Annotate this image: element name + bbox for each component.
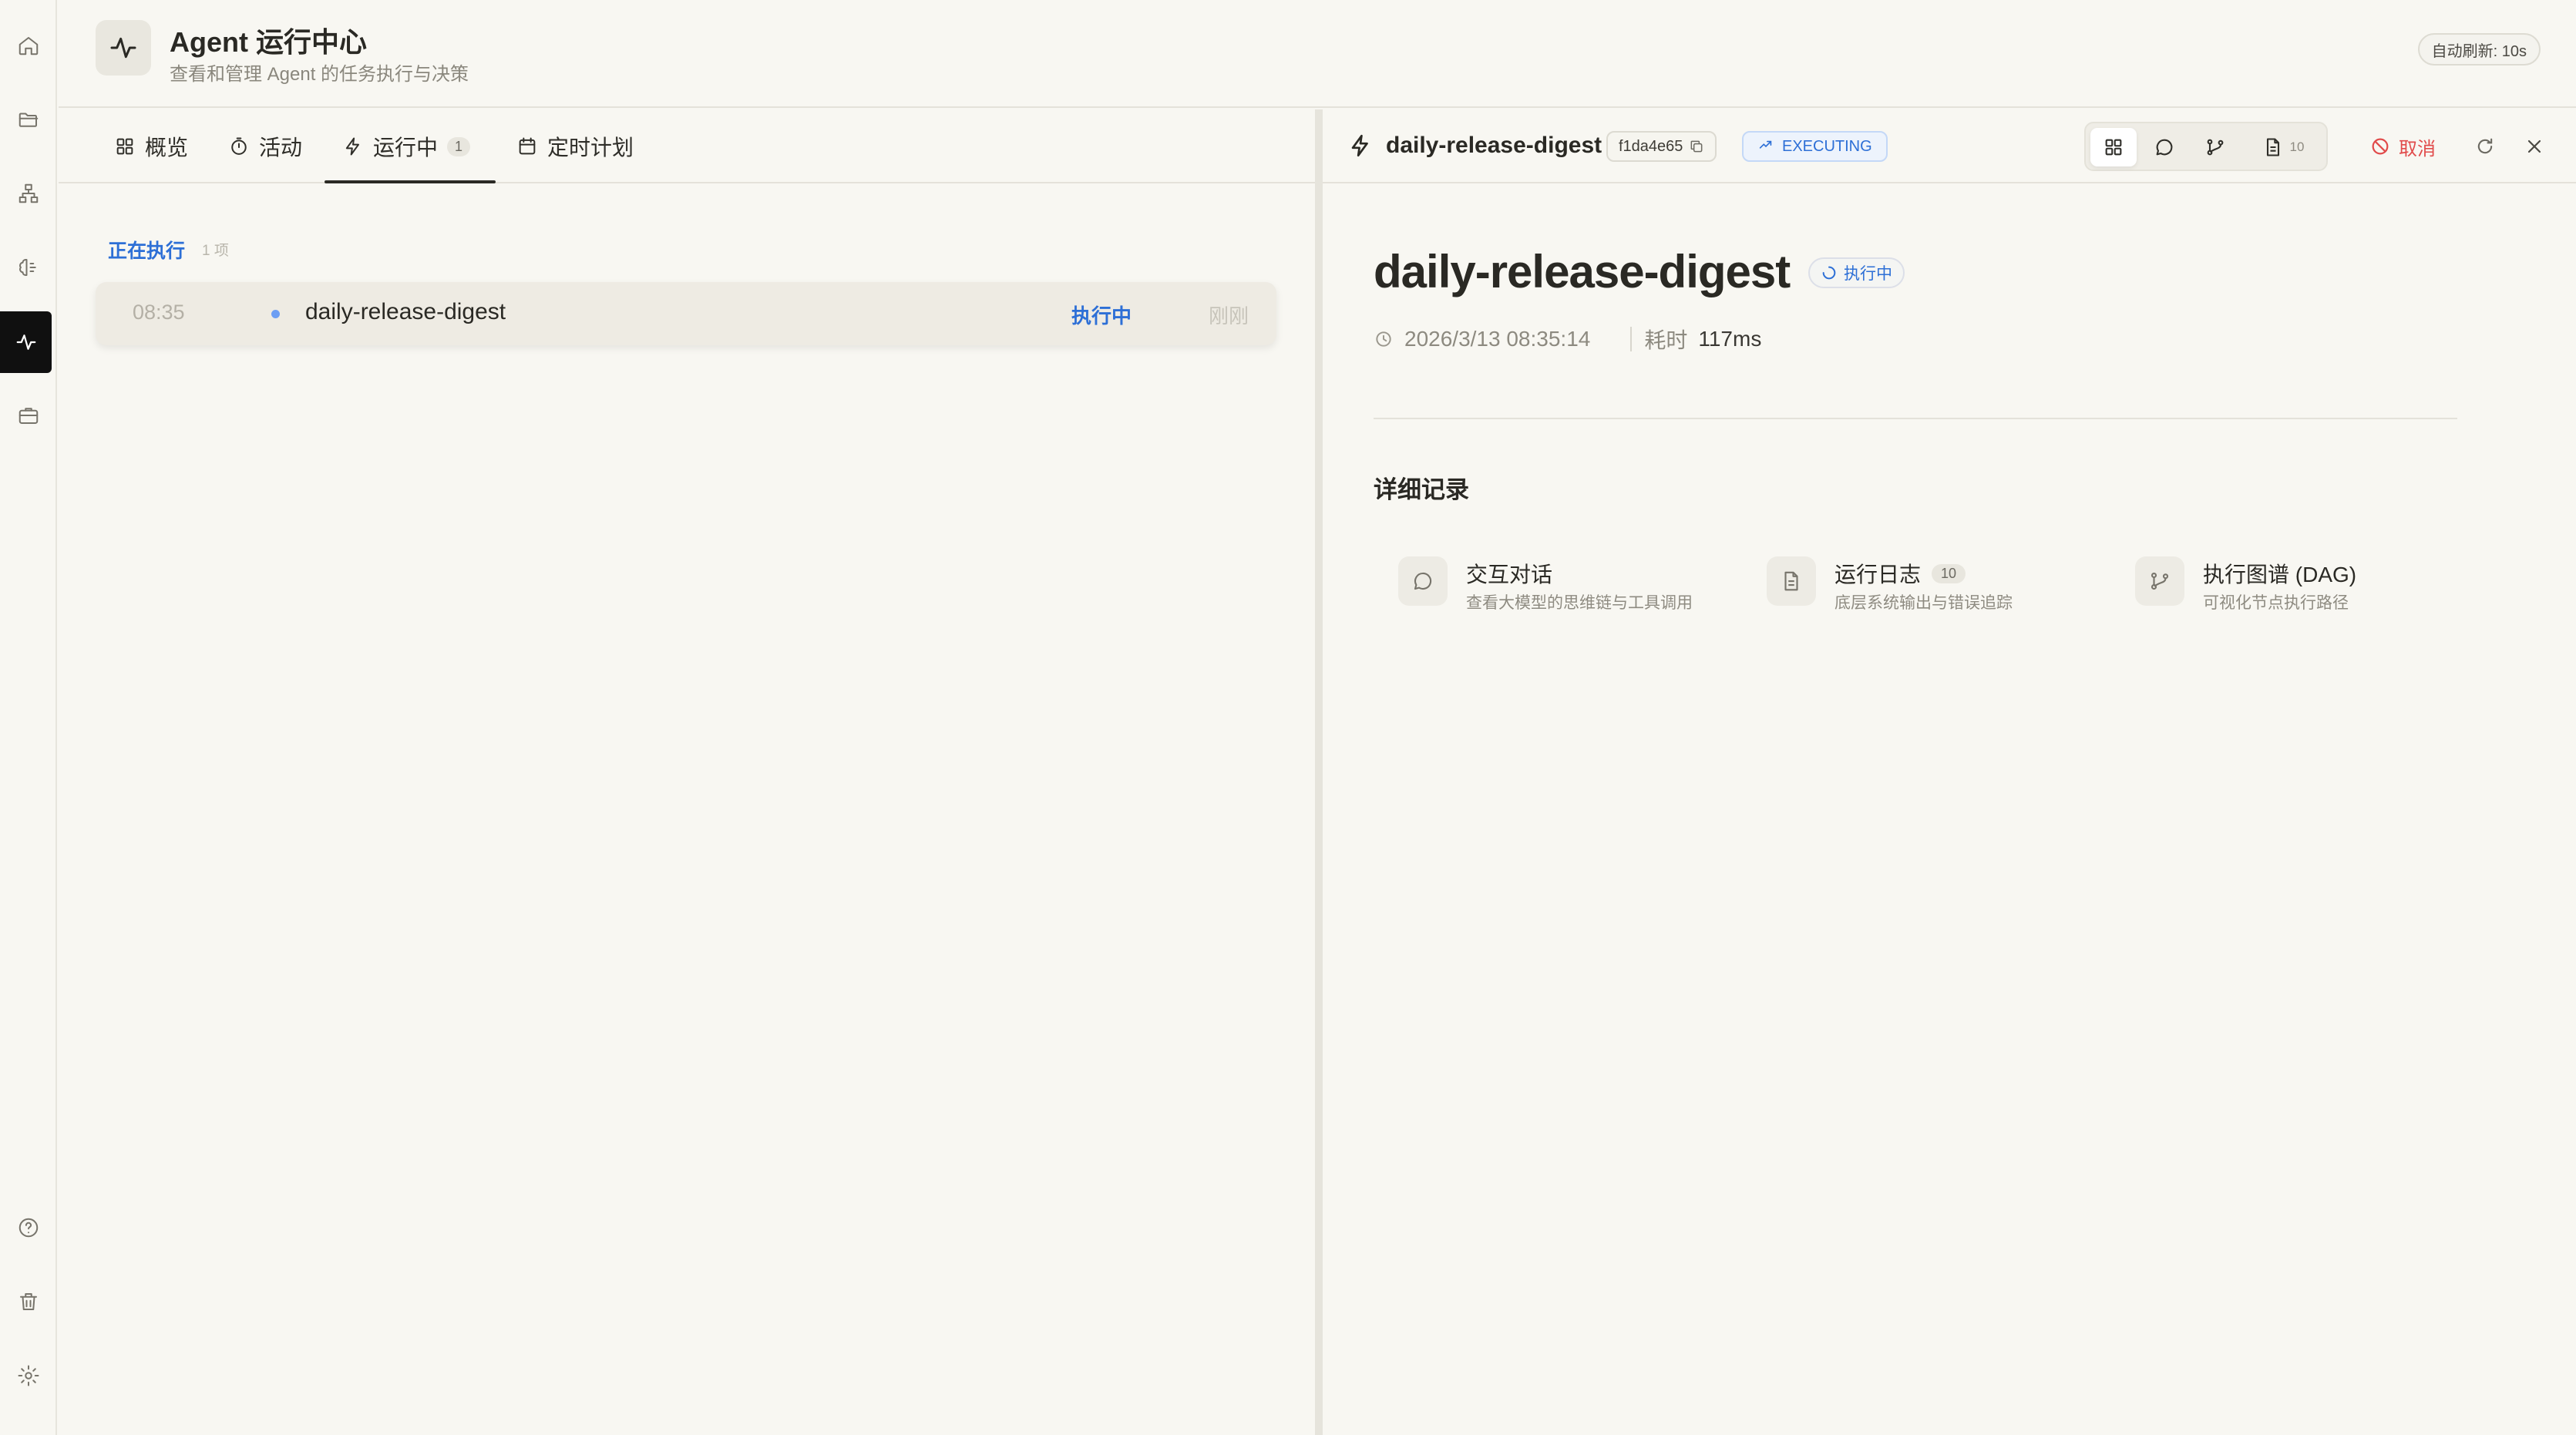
tab-running[interactable]: 运行中 1 [342,131,471,162]
tab-count-badge: 1 [447,136,471,156]
record-description: 底层系统输出与错误追踪 [1834,594,2013,612]
log-count-badge: 10 [1932,563,1966,583]
record-description: 可视化节点执行路径 [2203,594,2349,612]
active-tab-indicator [325,180,496,183]
panel-resize-handle[interactable] [1315,109,1323,1435]
bolt-icon [1351,134,1368,157]
spinner-icon [1822,266,1836,280]
chat-icon [2156,139,2173,156]
calendar-icon [519,137,536,155]
detail-title: daily-release-digest [1374,246,1791,297]
grid-icon [116,138,133,155]
run-name: daily-release-digest [305,299,506,324]
view-overview-button[interactable] [2090,128,2137,166]
tab-label: 活动 [259,136,303,160]
meta-separator [1630,327,1633,351]
page-title: Agent 运行中心 [170,26,367,58]
run-timestamp: 2026/3/13 08:35:14 [1404,327,1591,351]
cancel-label: 取消 [2399,138,2436,160]
record-card-dag[interactable]: 执行图谱 (DAG) 可视化节点执行路径 [2135,556,2459,649]
tab-overview[interactable]: 概览 [114,131,188,162]
section-count: 1 项 [202,243,229,259]
ban-icon [2372,138,2389,155]
tab-activity[interactable]: 活动 [228,131,302,162]
detail-job-name: daily-release-digest [1386,133,1602,158]
timer-icon [231,137,247,155]
spark-icon [1759,140,1772,149]
run-time: 08:35 [133,301,185,324]
title-status-badge: 执行中 [1808,257,1905,288]
close-icon [2527,139,2541,153]
duration-label: 耗时 [1644,328,1688,352]
cancel-button[interactable]: 取消 [2369,131,2436,162]
run-relative-time: 刚刚 [1209,304,1249,328]
tab-label: 概览 [145,136,189,160]
records-title: 详细记录 [1374,476,1469,503]
folder-icon[interactable] [9,100,48,139]
state-text: EXECUTING [1782,137,1872,155]
branch-icon [2207,139,2224,156]
run-id: f1da4e65 [1619,137,1683,155]
tab-label: 运行中 [373,136,439,160]
record-title: 执行图谱 (DAG) [2203,563,2357,586]
refresh-icon [2477,138,2493,154]
activity-icon[interactable] [0,311,52,373]
view-switcher: 10 [2084,122,2328,171]
grid-icon [2105,139,2122,156]
title-status-text: 执行中 [1844,265,1892,283]
chat-icon [1398,556,1448,606]
record-card-chat[interactable]: 交互对话 查看大模型的思维链与工具调用 [1398,556,1722,649]
refresh-button[interactable] [2468,129,2502,163]
run-list-item[interactable]: 08:35 daily-release-digest 执行中 刚刚 [96,282,1276,345]
log-count: 10 [2289,139,2305,154]
org-chart-icon[interactable] [9,174,48,213]
left-panel: 概览 活动 运行中 1 定时计划 正在执行 1 项 08:35 daily-re… [59,109,1318,1435]
record-description: 查看大模型的思维链与工具调用 [1466,594,1693,612]
status-dot [271,310,280,318]
brain-icon[interactable] [9,248,48,287]
home-icon[interactable] [9,26,48,65]
detail-panel: daily-release-digest f1da4e65 EXECUTING … [1323,109,2576,1435]
tab-bar: 概览 活动 运行中 1 定时计划 [59,109,1318,183]
sidebar-rail [0,0,57,1435]
tab-schedules[interactable]: 定时计划 [516,131,634,162]
activity-logo-icon [96,20,151,76]
briefcase-icon[interactable] [9,396,48,435]
duration-value: 117ms [1698,327,1762,351]
document-icon [1767,556,1816,606]
app-header: Agent 运行中心 查看和管理 Agent 的任务执行与决策 自动刷新: 10… [59,0,2576,108]
section-divider [1374,418,2457,419]
run-status: 执行中 [1071,304,1132,328]
run-meta: 2026/3/13 08:35:14 耗时 117ms [1374,324,1761,355]
clock-icon [1376,331,1391,347]
section-label: 正在执行 [108,240,186,262]
settings-icon[interactable] [9,1356,48,1395]
view-dag-button[interactable] [2192,128,2238,166]
close-button[interactable] [2517,129,2551,163]
record-title: 交互对话 [1466,563,1553,586]
record-title: 运行日志 10 [1834,558,1966,589]
copy-icon[interactable] [1689,139,1704,154]
auto-refresh-badge[interactable]: 自动刷新: 10s [2417,33,2541,66]
bolt-icon [345,137,359,156]
detail-toolbar: daily-release-digest f1da4e65 EXECUTING … [1323,109,2576,183]
view-logs-button[interactable]: 10 [2243,128,2323,166]
tab-label: 定时计划 [547,136,634,160]
state-badge: EXECUTING [1742,131,1888,162]
view-chat-button[interactable] [2141,128,2188,166]
branch-icon [2135,556,2184,606]
page-subtitle: 查看和管理 Agent 的任务执行与决策 [170,64,469,85]
help-icon[interactable] [9,1208,48,1247]
document-icon [2266,138,2279,156]
run-id-chip[interactable]: f1da4e65 [1606,131,1717,162]
record-card-logs[interactable]: 运行日志 10 底层系统输出与错误追踪 [1767,556,2090,649]
trash-icon[interactable] [9,1282,48,1321]
